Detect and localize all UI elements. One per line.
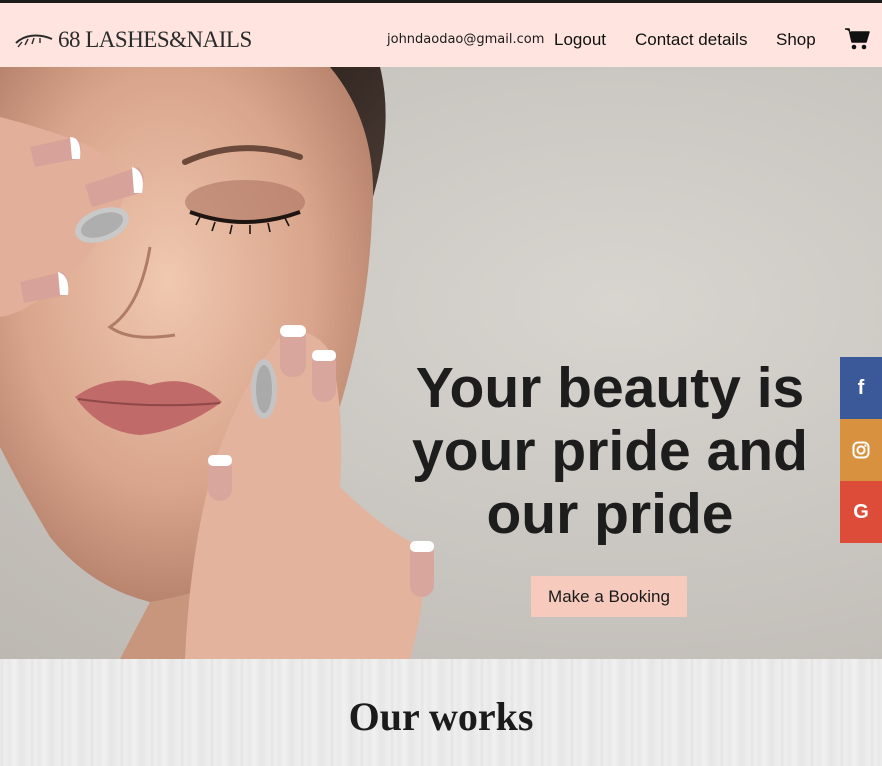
instagram-icon — [852, 441, 870, 459]
contact-details-link[interactable]: Contact details — [635, 30, 747, 50]
site-header: 68 LASHES&NAILS johndaodao@gmail.com Log… — [0, 3, 882, 67]
facebook-button[interactable]: f — [840, 357, 882, 419]
section-title: Our works — [348, 694, 534, 739]
logout-link[interactable]: Logout — [554, 30, 606, 50]
brand-name: 68 LASHES&NAILS — [58, 27, 252, 52]
hero-headline-line: your pride and — [412, 419, 808, 483]
google-icon: G — [853, 500, 869, 523]
lash-icon — [15, 34, 53, 48]
hero-banner: Your beauty is your pride and our pride … — [0, 67, 882, 659]
instagram-button[interactable] — [840, 419, 882, 481]
cart-icon[interactable] — [844, 27, 870, 51]
hero-headline-line: our pride — [486, 482, 734, 546]
brand-logo[interactable]: 68 LASHES&NAILS — [14, 25, 252, 55]
user-email: johndaodao@gmail.com — [387, 32, 545, 47]
hero-headline-line: Your beauty is — [415, 356, 805, 420]
make-booking-button[interactable]: Make a Booking — [531, 576, 687, 617]
google-button[interactable]: G — [840, 481, 882, 543]
our-works-section: Our works — [0, 659, 882, 766]
hero-headline: Your beauty is your pride and our pride — [400, 357, 820, 546]
facebook-icon: f — [857, 376, 865, 399]
shop-link[interactable]: Shop — [776, 30, 816, 50]
